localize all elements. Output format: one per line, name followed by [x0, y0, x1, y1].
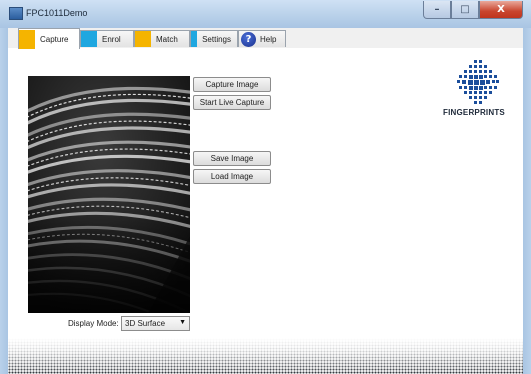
display-mode-select[interactable]: 3D Surface ▼	[121, 316, 190, 331]
tab-enrol[interactable]: Enrol	[80, 30, 134, 47]
help-icon: ?	[241, 31, 256, 47]
tab-label: Settings	[202, 34, 231, 44]
capture-image-button[interactable]: Capture Image	[193, 77, 271, 92]
window-frame-left	[0, 28, 8, 374]
capture-panel: Capture Image Start Live Capture Save Im…	[8, 48, 523, 338]
display-mode-label: Display Mode:	[68, 319, 119, 328]
tab-label: Capture	[40, 34, 69, 44]
tab-label: Enrol	[102, 34, 121, 44]
window-title: FPC1011Demo	[26, 8, 88, 18]
tab-color-marker	[81, 31, 97, 47]
chevron-down-icon: ▼	[179, 319, 186, 326]
tab-strip: Capture Enrol Match Settings ? Help	[8, 28, 523, 49]
load-image-button[interactable]: Load Image	[193, 169, 271, 184]
start-live-capture-button[interactable]: Start Live Capture	[193, 95, 271, 110]
tab-match[interactable]: Match	[134, 30, 190, 47]
display-mode-value: 3D Surface	[125, 319, 166, 328]
fingerprints-logo: FINGERPRINTS	[443, 60, 513, 120]
window-controls: – □ X	[423, 1, 523, 19]
tab-capture[interactable]: Capture	[18, 28, 80, 49]
fingerprint-3d-surface-image	[28, 76, 190, 313]
tab-label: Help	[260, 34, 277, 44]
save-image-button[interactable]: Save Image	[193, 151, 271, 166]
tab-color-marker	[135, 31, 151, 47]
fingerprints-logo-icon	[457, 60, 499, 104]
tab-color-marker	[19, 29, 35, 49]
tab-label: Match	[156, 34, 178, 44]
fingerprint-surface-render	[28, 76, 190, 313]
fingerprints-wordmark: FINGERPRINTS	[443, 108, 505, 117]
minimize-button[interactable]: –	[423, 1, 451, 19]
close-button[interactable]: X	[479, 1, 523, 19]
tab-color-marker	[191, 31, 198, 47]
window-frame-right	[523, 28, 531, 374]
app-icon	[9, 7, 23, 20]
tab-help[interactable]: ? Help	[238, 30, 286, 47]
app-window: FPC1011Demo – □ X Capture Enrol Match Se…	[0, 0, 531, 374]
footer-fade	[8, 338, 523, 374]
title-bar[interactable]: FPC1011Demo – □ X	[0, 0, 531, 28]
maximize-button[interactable]: □	[451, 1, 479, 19]
tab-settings[interactable]: Settings	[190, 30, 238, 47]
